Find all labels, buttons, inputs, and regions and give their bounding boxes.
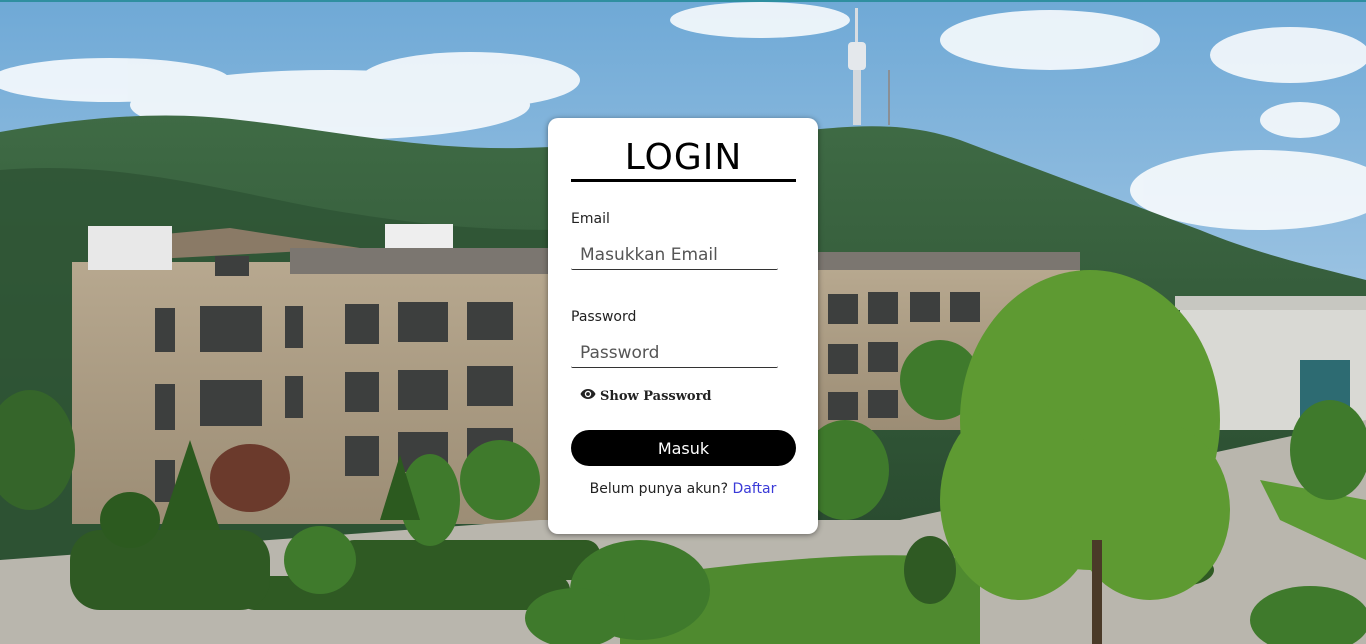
email-label: Email [571,211,610,227]
eye-icon [580,388,596,404]
show-password-label: Show Password [600,388,712,404]
login-card: LOGIN Email Password Show Password Masuk… [548,118,818,534]
password-label: Password [571,309,637,325]
password-input[interactable] [571,338,778,368]
top-accent-line [0,0,1366,2]
title-underline [571,179,796,182]
email-input[interactable] [571,240,778,270]
login-title: LOGIN [624,137,743,178]
signup-link[interactable]: Daftar [733,481,777,497]
signup-prompt: Belum punya akun? Daftar [548,481,818,497]
show-password-toggle[interactable]: Show Password [580,387,712,405]
login-submit-button[interactable]: Masuk [571,430,796,466]
signup-prompt-text: Belum punya akun? [589,481,729,497]
